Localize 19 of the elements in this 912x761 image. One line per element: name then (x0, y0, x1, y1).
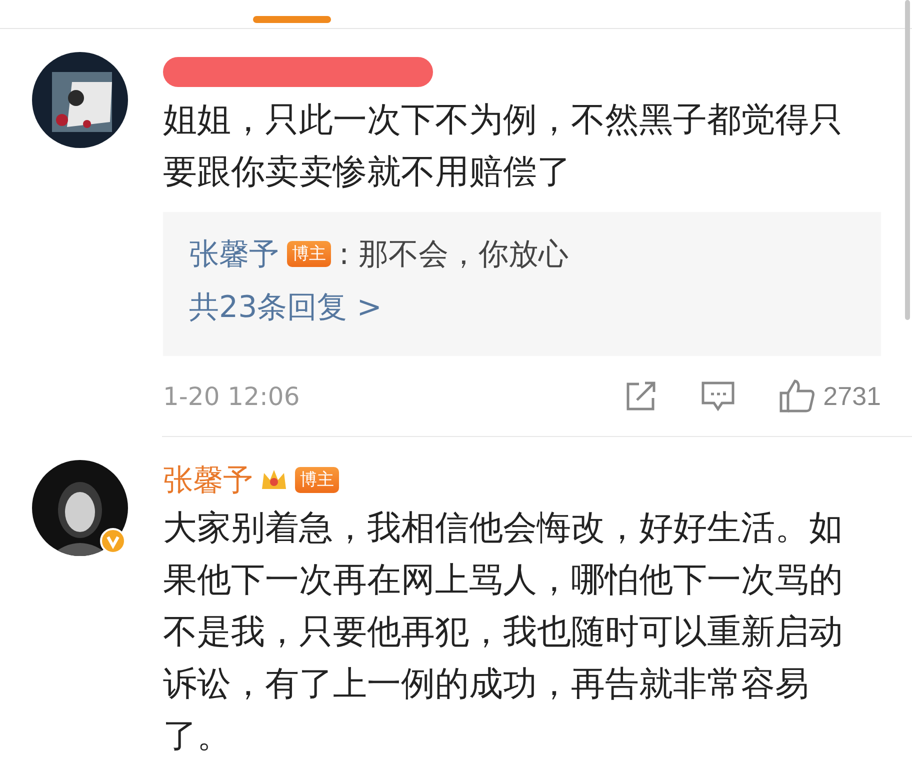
like-button[interactable]: 2731 (779, 379, 881, 413)
username[interactable]: 张馨予 (163, 460, 253, 500)
comment-icon (701, 380, 736, 412)
blogger-badge: 博主 (287, 241, 331, 267)
reply-author[interactable]: 张馨予 (189, 234, 279, 274)
blogger-badge: 博主 (295, 467, 339, 493)
thumbs-up-icon (779, 379, 816, 413)
share-icon (625, 380, 658, 412)
comment-button[interactable] (701, 380, 736, 412)
comment-time: 1-20 12:06 (163, 382, 301, 410)
like-count: 2731 (823, 380, 881, 412)
comment-text: 姐姐，只此一次下不为例，不然黑子都觉得只要跟你卖卖惨就不用赔偿了 (163, 99, 844, 194)
scrollbar[interactable] (905, 0, 910, 320)
comment-text: 大家别着急，我相信他会悔改，好好生活。如果他下一次再在网上骂人，哪怕他下一次骂的不是我，只要他再犯，我也随时可以重新启动诉讼，有了上一例的成功，再告就非常容易了。 (163, 507, 844, 758)
verified-icon (100, 528, 126, 554)
share-button[interactable] (625, 380, 658, 412)
reply-box[interactable]: 张馨予 博主 : 那不会，你放心 共23条回复 > (163, 212, 881, 356)
more-replies-link[interactable]: 共23条回复 > (189, 278, 382, 338)
reply-text: : 那不会，你放心 (339, 236, 569, 274)
